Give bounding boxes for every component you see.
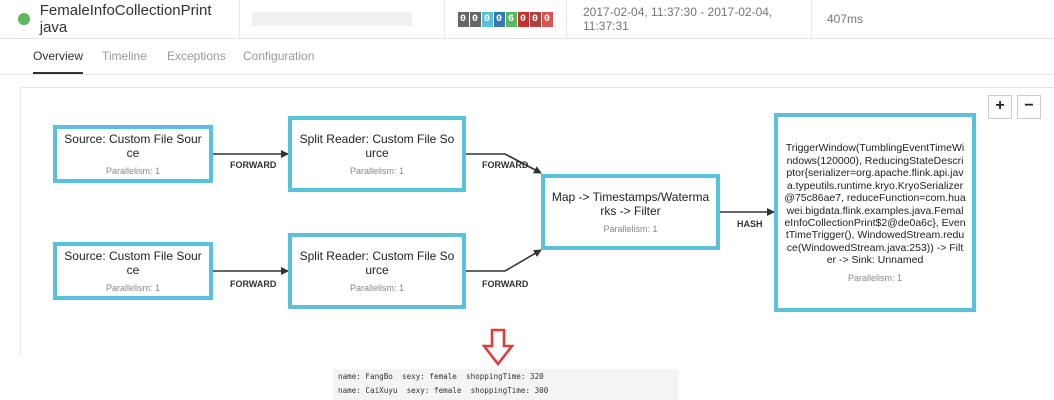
task-count-badge: 0 [541,11,553,27]
tab-configuration[interactable]: Configuration [243,38,314,72]
task-count-badge: 0 [529,11,541,27]
task-count-badge: 0 [481,11,493,27]
tab-timeline[interactable]: Timeline [102,38,147,72]
edge-label: FORWARD [482,160,529,170]
node-title: Source: Custom File Source [64,132,202,160]
redacted-job-id [252,12,412,26]
zoom-out-button[interactable]: − [1017,95,1041,119]
zoom-in-button[interactable]: + [988,95,1012,119]
edge-label: HASH [737,219,763,229]
tab-overview[interactable]: Overview [33,38,84,74]
task-count-badge: 0 [469,11,481,27]
node-parallelism: Parallelism: 1 [349,283,405,293]
node-parallelism: Parallelism: 1 [847,272,903,283]
job-id-cell [240,0,445,38]
node-parallelism: Parallelism: 1 [603,224,658,234]
task-count-badge: 0 [517,11,529,27]
edge-label: FORWARD [230,279,277,289]
job-status-icon [18,13,30,25]
job-duration: 407ms [827,12,864,26]
plan-node-trigger-window-sink[interactable]: TriggerWindow(TumblingEventTimeWindows(1… [774,113,976,312]
node-parallelism: Parallelism: 1 [105,166,161,176]
node-title: Split Reader: Custom File Source [299,249,455,277]
node-title: Map -> Timestamps/Watermarks -> Filter [551,190,710,218]
edge-label: FORWARD [482,279,529,289]
console-line: name: CaiXuyu sexy: female shoppingTime:… [338,386,549,395]
job-name: FemaleInfoCollectionPrint java [39,2,212,36]
job-tabs: Overview Timeline Exceptions Configurati… [0,38,1054,75]
node-parallelism: Parallelism: 1 [349,166,405,176]
node-title: TriggerWindow(TumblingEventTimeWindows(1… [784,142,966,267]
edge-label: FORWARD [230,160,277,170]
job-time-range: 2017-02-04, 11:37:30 - 2017-02-04, 11:37… [567,0,812,38]
task-count-badge: 0 [493,11,505,27]
job-header: FemaleInfoCollectionPrint java 0 0 0 0 6… [0,0,1054,39]
console-line: name: FangBo sexy: female shoppingTime: … [338,372,544,381]
plan-node-source-1[interactable]: Source: Custom File Source Parallelism: … [53,125,213,183]
job-title-cell: FemaleInfoCollectionPrint java [0,0,240,38]
down-arrow-icon [482,328,514,366]
task-count-badge: 0 [457,11,469,27]
tab-exceptions[interactable]: Exceptions [167,38,226,72]
plan-node-map-filter[interactable]: Map -> Timestamps/Watermarks -> Filter P… [541,174,720,250]
plan-node-split-reader-1[interactable]: Split Reader: Custom File Source Paralle… [288,116,466,192]
node-title: Source: Custom File Source [64,249,202,277]
node-parallelism: Parallelism: 1 [105,283,161,293]
console-output: name: FangBo sexy: female shoppingTime: … [333,369,679,400]
plan-node-source-2[interactable]: Source: Custom File Source Parallelism: … [53,242,213,300]
plan-node-split-reader-2[interactable]: Split Reader: Custom File Source Paralle… [288,233,466,309]
task-status-counts: 0 0 0 0 6 0 0 0 [445,0,567,38]
task-count-badge: 6 [505,11,517,27]
node-title: Split Reader: Custom File Source [299,132,455,160]
